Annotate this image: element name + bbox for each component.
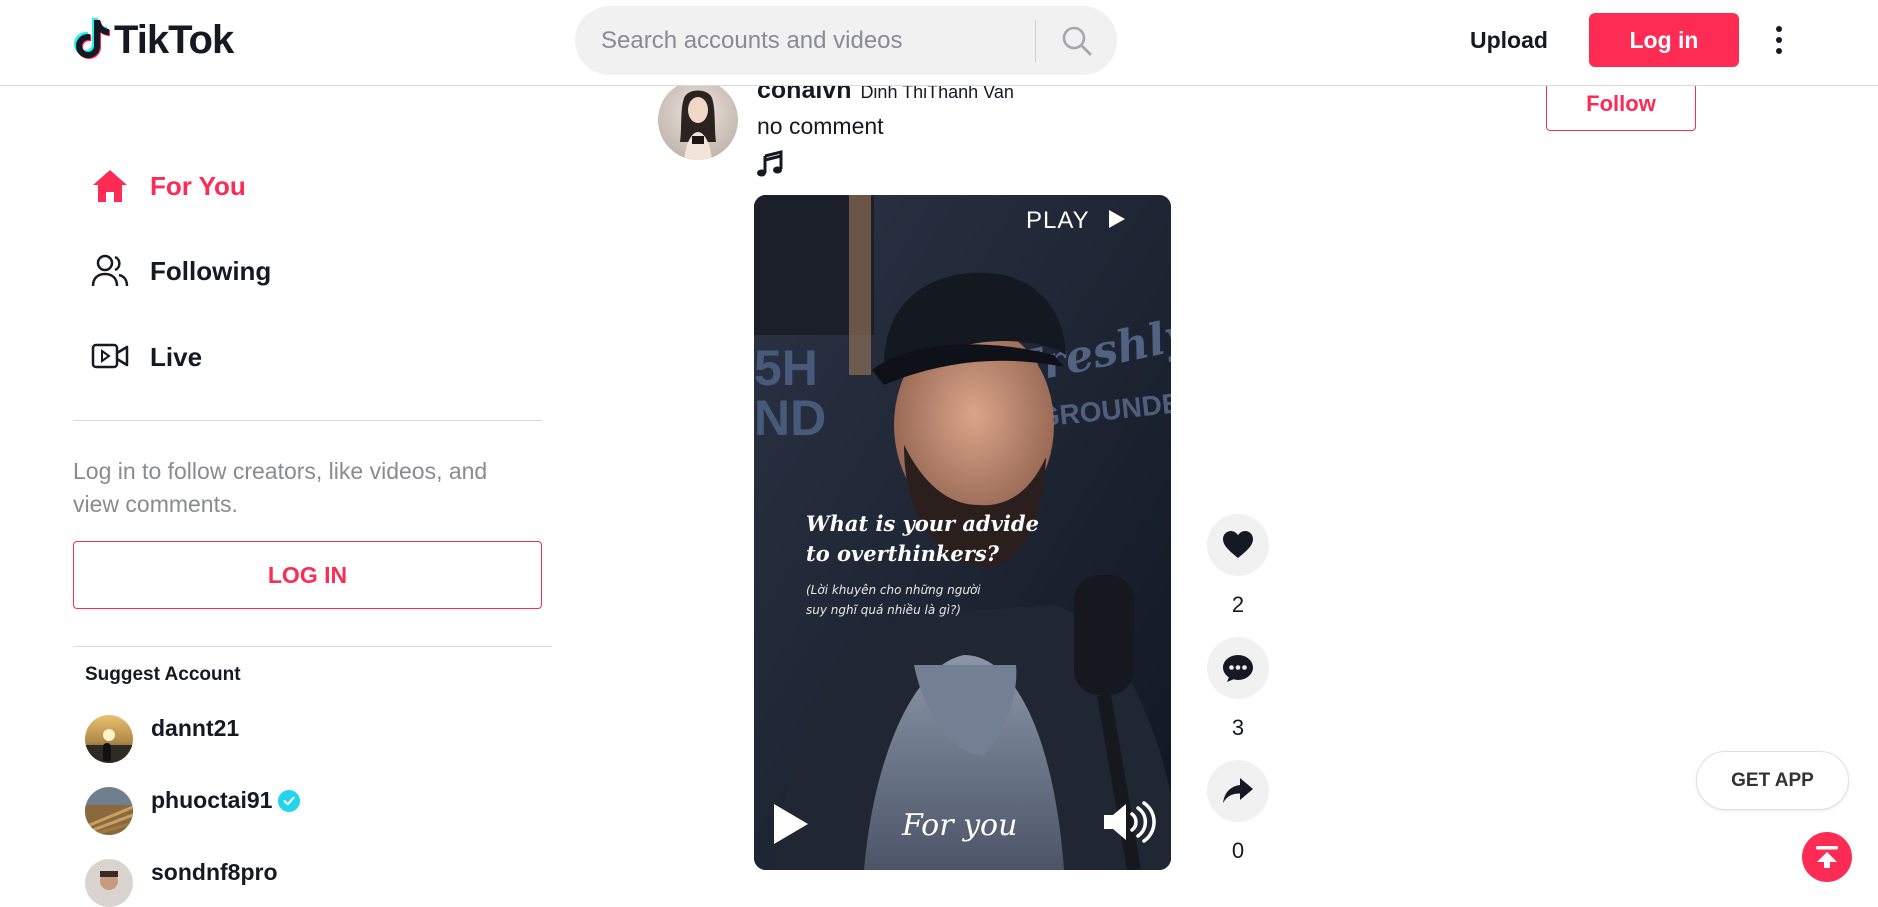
music-note-icon[interactable] xyxy=(756,150,784,178)
logo-text: TikTok xyxy=(114,17,234,62)
sidebar-item-following[interactable]: Following xyxy=(90,249,271,293)
video-overlay-subtitle: (Lời khuyên cho những người suy nghĩ quá… xyxy=(806,580,1106,620)
login-button[interactable]: Log in xyxy=(1589,13,1739,67)
volume-icon[interactable] xyxy=(1102,800,1156,844)
play-triangle-icon xyxy=(1108,210,1125,228)
search-input[interactable] xyxy=(601,6,1001,75)
sidebar-login-button[interactable]: LOG IN xyxy=(73,541,542,609)
overlay-line: to overthinkers? xyxy=(806,541,999,566)
top-header: TikTok Upload Log in xyxy=(0,0,1878,86)
more-menu-icon[interactable] xyxy=(1768,20,1790,60)
comment-count: 3 xyxy=(1231,715,1245,740)
post-author-avatar[interactable] xyxy=(658,80,738,160)
overlay-subline: suy nghĩ quá nhiều là gì?) xyxy=(806,603,961,617)
tiktok-note-icon xyxy=(74,18,110,59)
home-icon xyxy=(90,166,130,206)
suggested-account[interactable]: phuoctai91 xyxy=(85,787,301,835)
tiktok-logo[interactable]: TikTok xyxy=(74,17,234,63)
video-watermark: For you xyxy=(902,808,1018,843)
search-bar xyxy=(575,6,1117,75)
post-caption: no comment xyxy=(757,113,884,139)
account-username-row: phuoctai91 xyxy=(151,787,301,814)
verified-badge-icon xyxy=(278,789,301,812)
upload-link[interactable]: Upload xyxy=(1470,20,1548,60)
overlay-subline: (Lời khuyên cho những người xyxy=(806,583,981,597)
video-play-label[interactable]: PLAY xyxy=(1026,207,1128,235)
avatar xyxy=(85,859,133,907)
search-icon xyxy=(1062,26,1092,56)
account-username: dannt21 xyxy=(151,715,240,741)
users-icon xyxy=(90,251,130,291)
heart-icon xyxy=(1223,531,1253,558)
share-count: 0 xyxy=(1231,838,1245,863)
avatar xyxy=(85,787,133,835)
svg-text:5H: 5H xyxy=(754,340,818,396)
sidebar-item-live[interactable]: Live xyxy=(90,335,202,379)
comment-button[interactable] xyxy=(1207,637,1269,699)
sidebar-item-for-you[interactable]: For You xyxy=(90,164,246,208)
search-divider xyxy=(1035,20,1036,62)
share-button[interactable] xyxy=(1207,760,1269,822)
suggested-account[interactable]: sondnf8pro xyxy=(85,859,278,907)
sidebar-divider xyxy=(73,646,552,647)
account-username: phuoctai91 xyxy=(151,787,273,813)
avatar xyxy=(85,715,133,763)
account-username: sondnf8pro xyxy=(151,859,278,885)
search-button[interactable] xyxy=(1055,20,1099,62)
sidebar-item-label: Following xyxy=(150,255,272,286)
live-camera-icon xyxy=(90,337,130,377)
comment-icon xyxy=(1223,655,1253,682)
scroll-to-top-button[interactable] xyxy=(1802,832,1852,882)
suggested-account[interactable]: dannt21 xyxy=(85,715,239,763)
login-prompt-text: Log in to follow creators, like videos, … xyxy=(73,458,488,517)
like-count: 2 xyxy=(1231,592,1245,617)
play-label-text: PLAY xyxy=(1026,207,1090,234)
play-icon[interactable] xyxy=(768,800,812,848)
overlay-line: What is your advide xyxy=(806,511,1039,536)
sidebar-item-label: For You xyxy=(150,170,246,201)
get-app-button[interactable]: GET APP xyxy=(1696,751,1849,810)
share-icon xyxy=(1223,778,1253,803)
sidebar-item-label: Live xyxy=(150,341,203,372)
svg-text:ND: ND xyxy=(754,390,826,446)
arrow-up-icon xyxy=(1816,846,1838,868)
suggested-accounts-title: Suggest Account xyxy=(85,664,241,685)
sidebar-divider xyxy=(73,420,542,421)
video-overlay-question: What is your advide to overthinkers? xyxy=(806,509,1136,569)
like-button[interactable] xyxy=(1207,514,1269,576)
